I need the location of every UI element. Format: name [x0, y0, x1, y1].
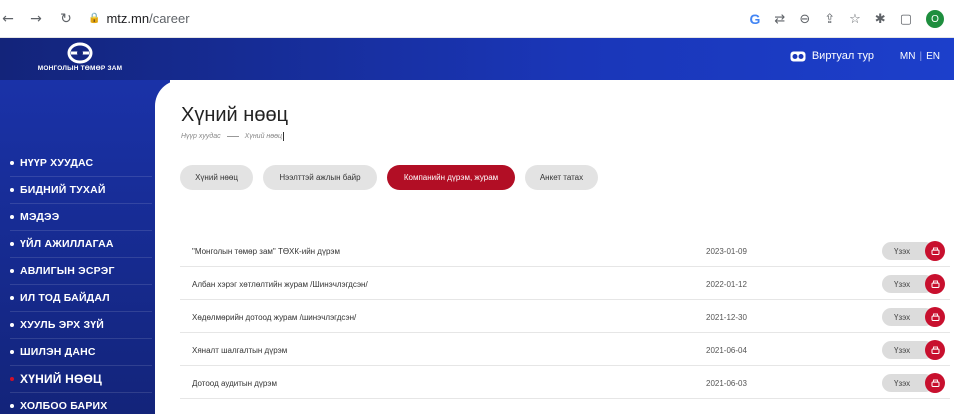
document-title: Хөдөлмөрийн дотоод журам /шинэчлэгдсэн/	[192, 313, 357, 322]
document-date: 2021-06-04	[706, 346, 747, 355]
vr-glasses-icon	[790, 51, 806, 61]
sidebar-item-label: МЭДЭЭ	[20, 211, 60, 223]
list-item: Хяналт шалгалтын дүрэм 2021-06-04 Үзэх	[180, 333, 950, 366]
lang-mn[interactable]: MN	[900, 51, 916, 62]
bullet-icon	[10, 161, 14, 165]
list-item: "Монголын төмөр зам" ТӨХК-ийн дүрэм 2023…	[180, 234, 950, 267]
url-host: mtz.mn	[106, 11, 150, 26]
document-title: "Монголын төмөр зам" ТӨХК-ийн дүрэм	[192, 247, 340, 256]
extensions-icon[interactable]: ✱	[875, 12, 886, 27]
url-path: /career	[149, 11, 190, 26]
bullet-icon	[10, 296, 14, 300]
page-title: Хүний нөөц	[181, 104, 289, 126]
sidebar-item-label: ХОЛБОО БАРИХ	[20, 400, 108, 412]
view-button[interactable]: Үзэх	[882, 241, 945, 261]
lock-icon[interactable]: 🔒	[88, 13, 100, 24]
tab-download-form[interactable]: Анкет татах	[525, 165, 598, 190]
document-date: 2021-06-03	[706, 379, 747, 388]
pdf-icon	[925, 373, 945, 393]
share-icon[interactable]: ⇪	[824, 12, 835, 27]
bullet-icon	[10, 215, 14, 219]
sidebar-item-news[interactable]: МЭДЭЭ	[10, 204, 152, 231]
lang-en[interactable]: EN	[926, 51, 940, 62]
view-button[interactable]: Үзэх	[882, 307, 945, 327]
sidebar-item-about[interactable]: БИДНИЙ ТУХАЙ	[10, 177, 152, 204]
bullet-icon	[10, 269, 14, 273]
virtual-tour-link[interactable]: Виртуал тур	[790, 50, 874, 62]
profile-initial: O	[931, 13, 939, 25]
pdf-icon	[925, 241, 945, 261]
document-date: 2023-01-09	[706, 247, 747, 256]
star-icon[interactable]: ☆	[849, 12, 861, 27]
sidebar-item-transparency[interactable]: ИЛ ТОД БАЙДАЛ	[10, 285, 152, 312]
document-list: "Монголын төмөр зам" ТӨХК-ийн дүрэм 2023…	[180, 234, 950, 399]
breadcrumb-separator	[226, 136, 239, 137]
railway-logo-icon	[67, 42, 93, 64]
breadcrumb-current: Хүний нөөц	[244, 133, 283, 140]
sidebar-item-label: БИДНИЙ ТУХАЙ	[20, 184, 106, 196]
site-logo[interactable]: МОНГОЛЫН ТӨМӨР ЗАМ	[20, 40, 140, 80]
bullet-icon	[10, 323, 14, 327]
tab-open-positions[interactable]: Нээлттэй ажлын байр	[263, 165, 377, 190]
tab-company-rules[interactable]: Компанийн дүрэм, журам	[387, 165, 515, 190]
lang-separator: |	[919, 51, 923, 62]
pdf-icon	[925, 340, 945, 360]
sidebar-item-label: ҮЙЛ АЖИЛЛАГАА	[20, 238, 114, 250]
sidebar-item-contact[interactable]: ХОЛБОО БАРИХ	[10, 393, 152, 414]
tab-hr[interactable]: Хүний нөөц	[180, 165, 253, 190]
sidebar-item-anti-corruption[interactable]: АВЛИГЫН ЭСРЭГ	[10, 258, 152, 285]
document-date: 2022-01-12	[706, 280, 747, 289]
sidebar-item-home[interactable]: НҮҮР ХУУДАС	[10, 150, 152, 177]
bullet-icon	[10, 350, 14, 354]
document-date: 2021-12-30	[706, 313, 747, 322]
breadcrumb: Нүүр хуудас Хүний нөөц	[181, 132, 285, 141]
sidebar-icon[interactable]: ▢	[900, 12, 912, 27]
bullet-icon	[10, 242, 14, 246]
browser-actions: G ⇄ ⊖ ⇪ ☆ ✱ ▢ O	[750, 0, 944, 38]
address-bar[interactable]: mtz.mn/career	[106, 11, 189, 26]
bullet-icon	[10, 404, 14, 408]
profile-icon[interactable]: O	[926, 10, 944, 28]
zoom-icon[interactable]: ⊖	[799, 12, 810, 27]
sidebar-item-label: АВЛИГЫН ЭСРЭГ	[20, 265, 115, 277]
list-item: Хөдөлмөрийн дотоод журам /шинэчлэгдсэн/ …	[180, 300, 950, 333]
sidebar-item-hr[interactable]: ХҮНИЙ НӨӨЦ	[10, 366, 152, 393]
view-button[interactable]: Үзэх	[882, 340, 945, 360]
sidebar-item-label: ХҮНИЙ НӨӨЦ	[20, 372, 103, 386]
view-button[interactable]: Үзэх	[882, 373, 945, 393]
sidebar-item-label: НҮҮР ХУУДАС	[20, 157, 94, 169]
sidebar-item-label: ШИЛЭН ДАНС	[20, 346, 96, 358]
tab-bar: Хүний нөөц Нээлттэй ажлын байр Компанийн…	[180, 165, 608, 190]
pdf-icon	[925, 307, 945, 327]
virtual-tour-label: Виртуал тур	[811, 50, 874, 62]
document-title: Хяналт шалгалтын дүрэм	[192, 346, 288, 355]
document-title: Дотоод аудитын дүрэм	[192, 379, 277, 388]
browser-toolbar: ← → ↻ 🔒 mtz.mn/career G ⇄ ⊖ ⇪ ☆ ✱ ▢ O	[0, 0, 954, 38]
language-switcher: MN | EN	[900, 51, 940, 62]
sidebar: НҮҮР ХУУДАС БИДНИЙ ТУХАЙ МЭДЭЭ ҮЙЛ АЖИЛЛ…	[0, 80, 170, 414]
sidebar-item-label: ИЛ ТОД БАЙДАЛ	[20, 292, 110, 304]
text-cursor	[283, 132, 285, 141]
google-icon[interactable]: G	[750, 11, 761, 27]
sidebar-menu: НҮҮР ХУУДАС БИДНИЙ ТУХАЙ МЭДЭЭ ҮЙЛ АЖИЛЛ…	[0, 150, 155, 414]
view-button[interactable]: Үзэх	[882, 274, 945, 294]
document-title: Албан хэрэг хөтлөлтийн журам /Шинэчлэгдс…	[192, 280, 368, 289]
main-content: Хүний нөөц Нүүр хуудас Хүний нөөц Хүний …	[155, 80, 954, 414]
bullet-icon	[10, 377, 14, 381]
pdf-icon	[925, 274, 945, 294]
forward-arrow-icon[interactable]: →	[28, 11, 44, 27]
back-arrow-icon[interactable]: ←	[0, 11, 16, 27]
sidebar-item-legal[interactable]: ХУУЛЬ ЭРХ ЗҮЙ	[10, 312, 152, 339]
logo-text: МОНГОЛЫН ТӨМӨР ЗАМ	[37, 65, 123, 72]
reload-icon[interactable]: ↻	[58, 11, 74, 27]
list-item: Албан хэрэг хөтлөлтийн журам /Шинэчлэгдс…	[180, 267, 950, 300]
sidebar-item-glass-account[interactable]: ШИЛЭН ДАНС	[10, 339, 152, 366]
breadcrumb-home[interactable]: Нүүр хуудас	[181, 133, 221, 140]
list-item: Дотоод аудитын дүрэм 2021-06-03 Үзэх	[180, 366, 950, 399]
sidebar-item-label: ХУУЛЬ ЭРХ ЗҮЙ	[20, 319, 105, 331]
sidebar-item-operations[interactable]: ҮЙЛ АЖИЛЛАГАА	[10, 231, 152, 258]
bullet-icon	[10, 188, 14, 192]
translate-icon[interactable]: ⇄	[774, 12, 785, 27]
